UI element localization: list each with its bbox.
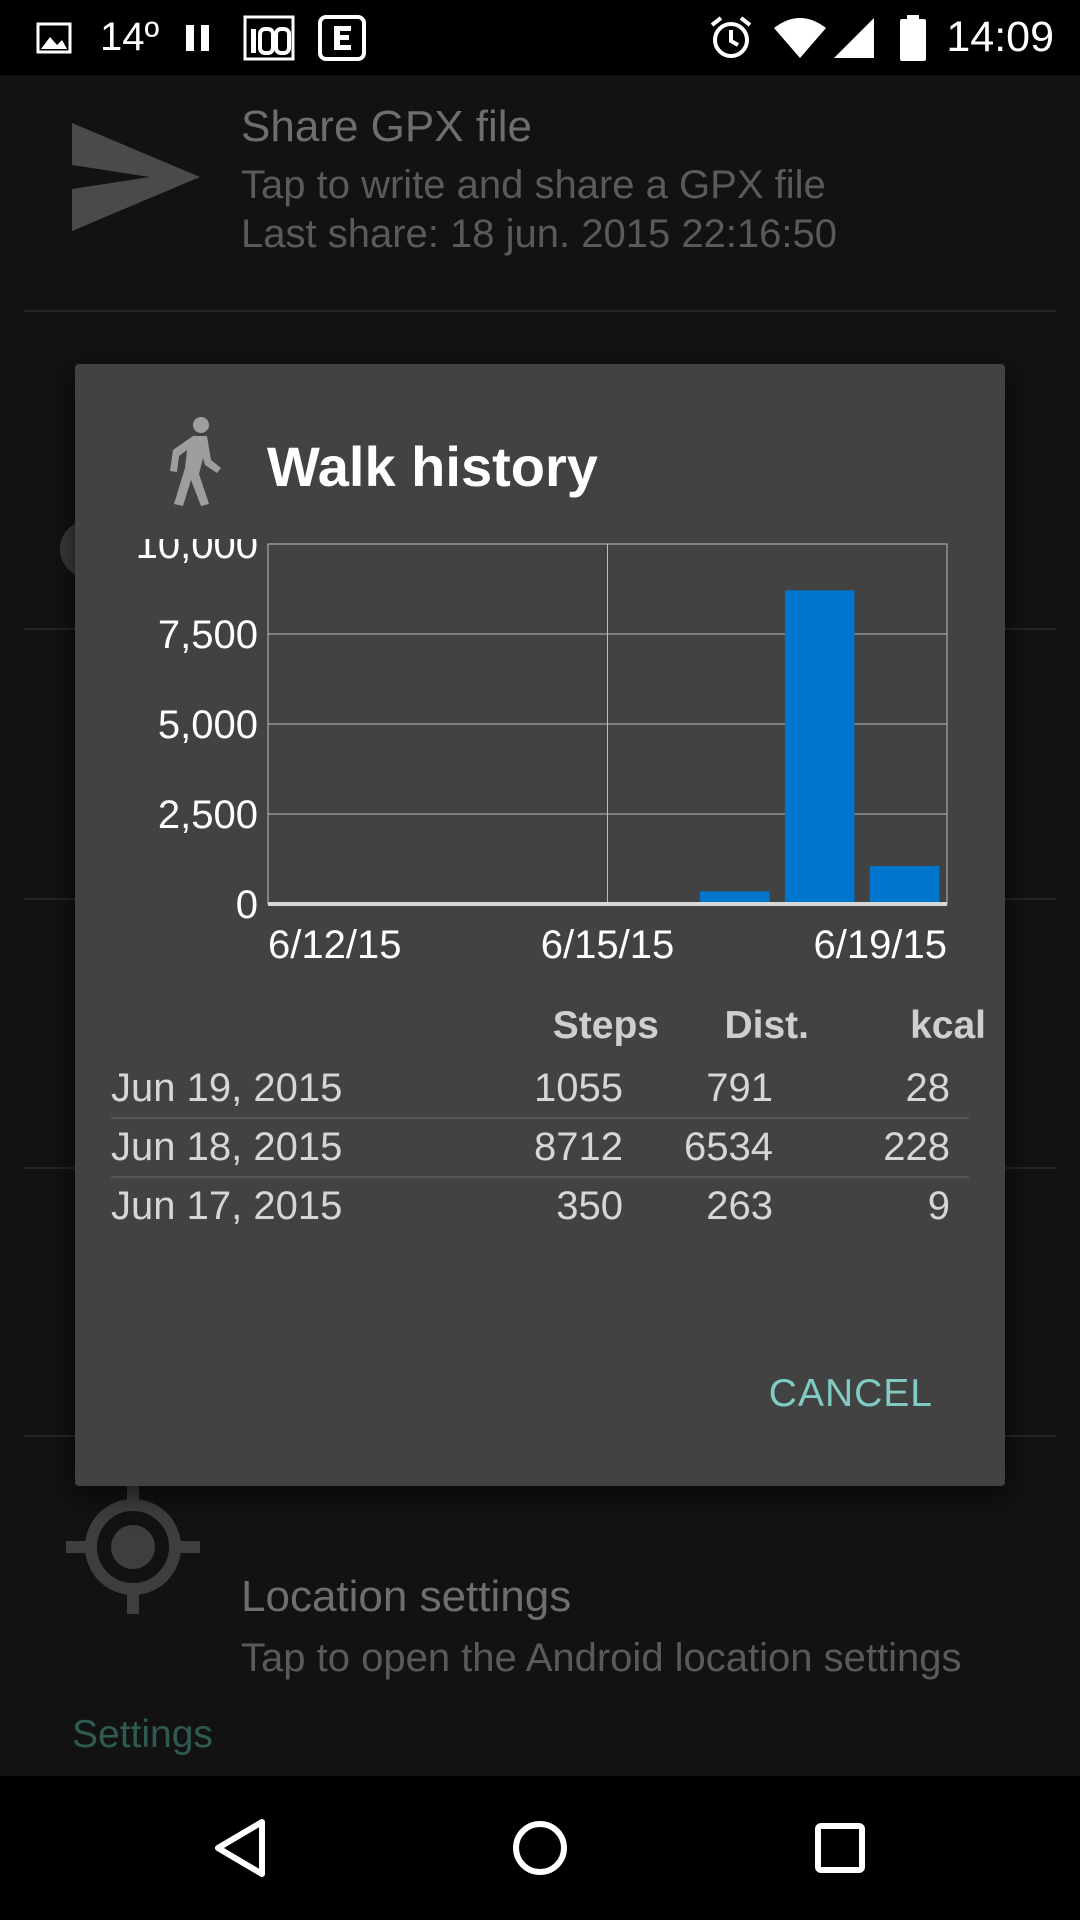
y-tick-label: 7,500 (158, 613, 258, 657)
divider (24, 310, 1056, 312)
row-dist: 791 (706, 1066, 773, 1110)
cancel-button[interactable]: CANCEL (769, 1364, 933, 1424)
row-kcal: 9 (927, 1184, 950, 1228)
header-kcal: kcal (910, 1004, 986, 1047)
location-settings-row[interactable]: Location settings Tap to open the Androi… (0, 1480, 1080, 1680)
navigation-bar (0, 1776, 1080, 1920)
row-steps: 350 (556, 1184, 623, 1228)
image-icon (36, 0, 72, 75)
row-date: Jun 18, 2015 (111, 1125, 343, 1169)
wifi-icon (772, 0, 828, 75)
share-gpx-title: Share GPX file (241, 102, 533, 151)
send-icon (72, 123, 200, 236)
recents-square-icon (815, 1823, 865, 1873)
row-kcal: 28 (905, 1066, 951, 1110)
x-tick-label: 6/19/15 (814, 923, 947, 967)
pause-icon (183, 0, 213, 75)
row-dist: 263 (706, 1184, 773, 1228)
hundred-icon (243, 0, 295, 75)
y-tick-label: 2,500 (158, 793, 258, 837)
clock-time: 14:09 (946, 13, 1054, 61)
share-gpx-row[interactable]: Share GPX file Tap to write and share a … (0, 75, 1080, 311)
settings-category-label: Settings (72, 1713, 213, 1756)
signal-icon (832, 0, 876, 75)
location-settings-title: Location settings (241, 1572, 572, 1621)
bar (784, 590, 855, 904)
home-circle-icon (513, 1821, 567, 1875)
row-date: Jun 19, 2015 (111, 1066, 343, 1110)
walk-history-dialog: Walk history 10,000 7,500 5,000 2,500 0 6/12/… (75, 364, 1005, 1486)
bar (869, 866, 940, 904)
temperature-readout: 14º (100, 15, 160, 59)
row-kcal: 228 (883, 1125, 950, 1169)
table-row: Jun 18, 2015 8712 6534 228 (111, 1117, 969, 1178)
row-date: Jun 17, 2015 (111, 1184, 343, 1228)
walk-icon (165, 416, 225, 506)
battery-icon (898, 0, 928, 75)
alarm-icon (708, 0, 754, 75)
back-triangle-icon (215, 1819, 265, 1877)
status-bar: 14º 14:09 (0, 0, 1080, 75)
y-tick-label: 10,000 (136, 539, 258, 567)
x-tick-label: 6/15/15 (541, 923, 674, 967)
e-badge-icon (318, 0, 366, 75)
table-row: Jun 17, 2015 350 263 9 (111, 1176, 969, 1235)
dialog-title: Walk history (267, 435, 598, 498)
back-button[interactable] (180, 1776, 300, 1920)
x-tick-label: 6/12/15 (268, 923, 401, 967)
row-steps: 8712 (534, 1125, 623, 1169)
recents-button[interactable] (780, 1776, 900, 1920)
home-button[interactable] (480, 1776, 600, 1920)
table-row: Jun 19, 2015 1055 791 28 (111, 1058, 969, 1119)
share-gpx-last-share: Last share: 18 jun. 2015 22:16:50 (241, 212, 838, 256)
y-tick-label: 0 (236, 883, 258, 927)
header-steps: Steps (552, 1004, 659, 1047)
share-gpx-subtitle: Tap to write and share a GPX file (241, 163, 826, 207)
location-settings-subtitle: Tap to open the Android location setting… (241, 1636, 962, 1680)
row-dist: 6534 (684, 1125, 773, 1169)
row-steps: 1055 (534, 1066, 623, 1110)
y-tick-label: 5,000 (158, 703, 258, 747)
header-dist: Dist. (724, 1004, 809, 1047)
location-target-icon (66, 1480, 200, 1619)
